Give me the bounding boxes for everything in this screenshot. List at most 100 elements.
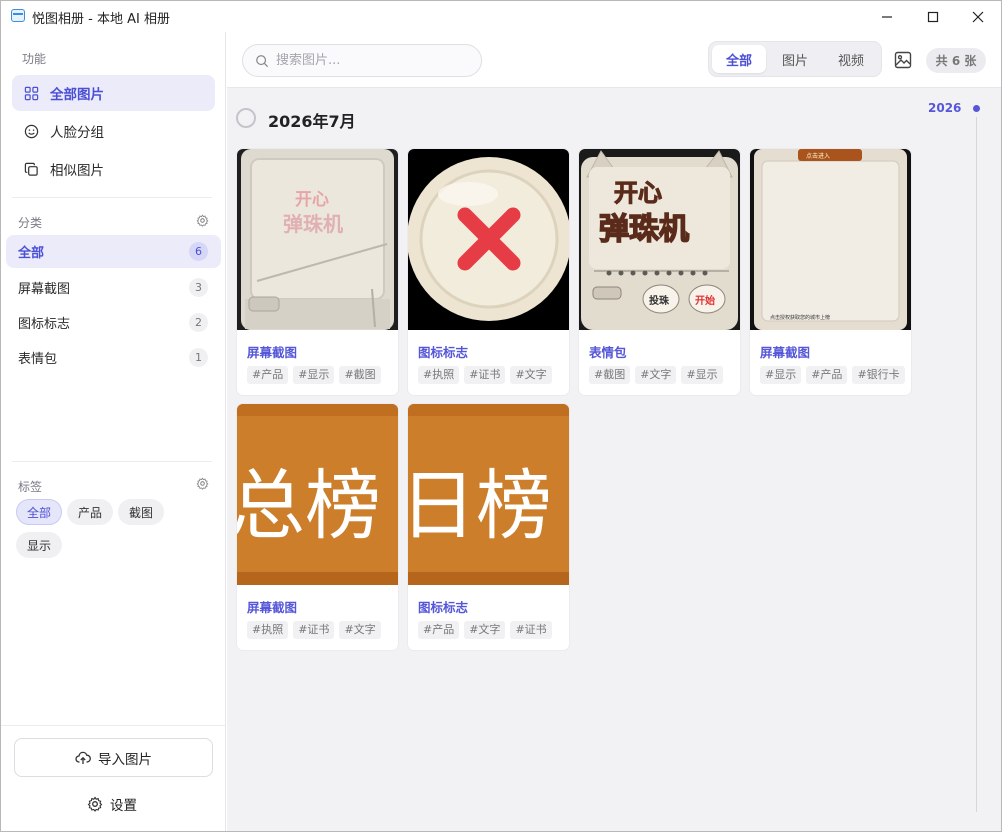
features-section-title: 功能 [22, 52, 47, 66]
tags-section-title: 标签 [18, 480, 43, 494]
minimize-button[interactable] [864, 1, 910, 32]
import-photos-button[interactable]: 导入图片 [14, 738, 213, 777]
photo-card[interactable]: 日榜 图标标志 #产品 #文字 #证书 [408, 404, 569, 650]
photo-card[interactable]: 开心 弹珠机 屏幕截图 #产品 #显示 #截图 [237, 149, 398, 395]
tag-chip-product[interactable]: 产品 [67, 499, 113, 525]
sidebar: 功能 全部图片 人脸分组 相似图片 分类 全部 6 屏幕截图 3 图标标志 2 [1, 32, 226, 831]
media-type-filter: 全部 图片 视频 [708, 41, 882, 77]
close-button[interactable] [955, 1, 1001, 32]
category-item-all[interactable]: 全部 6 [6, 235, 221, 268]
category-settings-gear-icon[interactable] [196, 214, 209, 227]
category-item-memes[interactable]: 表情包 1 [6, 341, 221, 374]
photo-thumbnail[interactable]: 点击进入 点击授权获取您的城市上榜 [750, 149, 911, 330]
sticker-title-line1: 开心 [614, 179, 662, 207]
upload-cloud-icon [75, 751, 91, 764]
category-count-badge: 3 [189, 278, 208, 297]
card-tag: #显示 [681, 366, 723, 384]
card-category-title: 图标标志 [418, 345, 469, 360]
maximize-button[interactable] [910, 1, 956, 32]
photo-card[interactable]: 总榜 屏幕截图 #执照 #证书 #文字 [237, 404, 398, 650]
daily-ranking-banner-thumbnail: 日榜 [408, 404, 569, 585]
photo-thumbnail[interactable]: 开心 弹珠机 投珠 开始 [579, 149, 740, 330]
card-category-title: 图标标志 [418, 600, 469, 615]
photo-thumbnail[interactable]: 开心 弹珠机 [237, 149, 398, 330]
copy-icon [24, 162, 38, 176]
window-title: 悦图相册 - 本地 AI 相册 [32, 12, 170, 27]
month-select-checkbox[interactable] [236, 108, 256, 128]
pinball-title-line1: 开心 [295, 190, 329, 210]
sidebar-divider [12, 461, 212, 462]
photo-thumbnail[interactable]: 日榜 [408, 404, 569, 585]
card-tag: #截图 [339, 366, 381, 384]
card-tag: #显示 [760, 366, 802, 384]
card-tag: #截图 [589, 366, 631, 384]
photo-card[interactable]: 图标标志 #执照 #证书 #文字 [408, 149, 569, 395]
grid-icon [24, 86, 39, 100]
category-item-screenshots[interactable]: 屏幕截图 3 [6, 271, 221, 304]
image-view-icon[interactable] [894, 51, 912, 69]
sidebar-item-all-photos[interactable]: 全部图片 [12, 75, 215, 111]
banner-total-text: 总榜 [237, 461, 381, 550]
card-tag: #产品 [247, 366, 289, 384]
category-count-badge: 2 [189, 313, 208, 332]
sidebar-item-label: 全部图片 [50, 87, 104, 103]
gear-icon [87, 796, 103, 812]
tag-chip-screenshot[interactable]: 截图 [118, 499, 164, 525]
total-count-badge: 共 6 张 [926, 48, 986, 73]
sidebar-item-similar-photos[interactable]: 相似图片 [12, 151, 215, 187]
search-icon [256, 54, 269, 67]
category-count-badge: 1 [189, 348, 208, 367]
card-category-title: 表情包 [589, 345, 627, 360]
top-toolbar: 全部 图片 视频 共 6 张 [227, 32, 1001, 88]
close-button-thumbnail [408, 149, 569, 330]
categories-section-title: 分类 [18, 216, 43, 230]
card-tag: #证书 [464, 366, 506, 384]
sidebar-item-face-groups[interactable]: 人脸分组 [12, 113, 215, 149]
card-tag: #文字 [635, 366, 677, 384]
tab-all[interactable]: 全部 [712, 45, 766, 73]
tab-images[interactable]: 图片 [768, 45, 822, 73]
import-photos-label: 导入图片 [98, 751, 152, 768]
card-tag-list: #截图 #文字 #显示 [589, 366, 739, 384]
category-item-icons-logos[interactable]: 图标标志 2 [6, 306, 221, 339]
tab-videos[interactable]: 视频 [824, 45, 878, 73]
card-tag: #执照 [247, 621, 289, 639]
photo-card[interactable]: 开心 弹珠机 投珠 开始 表情包 #截图 #文字 #显示 [579, 149, 740, 395]
sticker-button-right: 开始 [695, 294, 715, 307]
card-tag-list: #产品 #显示 #截图 [247, 366, 397, 384]
main-content: 全部 图片 视频 共 6 张 2026年7月 开心 弹珠机 [227, 32, 1001, 831]
total-ranking-banner-thumbnail: 总榜 [237, 404, 398, 585]
card-tag-list: #执照 #证书 #文字 [247, 621, 397, 639]
banner-daily-text: 日榜 [408, 461, 552, 550]
category-count-badge: 6 [189, 242, 208, 261]
sidebar-divider [12, 197, 212, 198]
category-label: 全部 [18, 246, 45, 261]
tag-settings-gear-icon[interactable] [196, 477, 209, 490]
category-label: 屏幕截图 [18, 282, 71, 297]
card-category-title: 屏幕截图 [760, 345, 811, 360]
photo-thumbnail[interactable]: 总榜 [237, 404, 398, 585]
tag-chip-display[interactable]: 显示 [16, 532, 62, 558]
pinball-title-line2: 弹珠机 [283, 212, 343, 236]
search-input[interactable] [276, 53, 466, 68]
month-group-title: 2026年7月 [268, 112, 356, 131]
app-window: 悦图相册 - 本地 AI 相册 功能 全部图片 人脸分组 相似图片 分类 全部 … [0, 0, 1002, 832]
photo-thumbnail[interactable] [408, 149, 569, 330]
card-tag: #文字 [464, 621, 506, 639]
tag-chip-all[interactable]: 全部 [16, 499, 62, 525]
sticker-button-left: 投珠 [649, 294, 670, 307]
timeline-track[interactable] [976, 117, 977, 812]
card-tag: #银行卡 [852, 366, 905, 384]
card-tag: #证书 [293, 621, 335, 639]
phone-footer-label: 点击授权获取您的城市上榜 [770, 314, 830, 321]
card-tag: #证书 [510, 621, 552, 639]
settings-button[interactable]: 设置 [87, 794, 137, 814]
sidebar-item-label: 相似图片 [50, 163, 104, 179]
card-tag: #文字 [510, 366, 552, 384]
card-tag: #显示 [293, 366, 335, 384]
title-bar: 悦图相册 - 本地 AI 相册 [1, 1, 1001, 32]
category-label: 表情包 [18, 352, 58, 367]
pinball-machine-thumbnail: 开心 弹珠机 [237, 149, 398, 330]
timeline-year-label[interactable]: 2026 [928, 101, 961, 115]
photo-card[interactable]: 点击进入 点击授权获取您的城市上榜 屏幕截图 #显示 #产品 #银行卡 [750, 149, 911, 395]
